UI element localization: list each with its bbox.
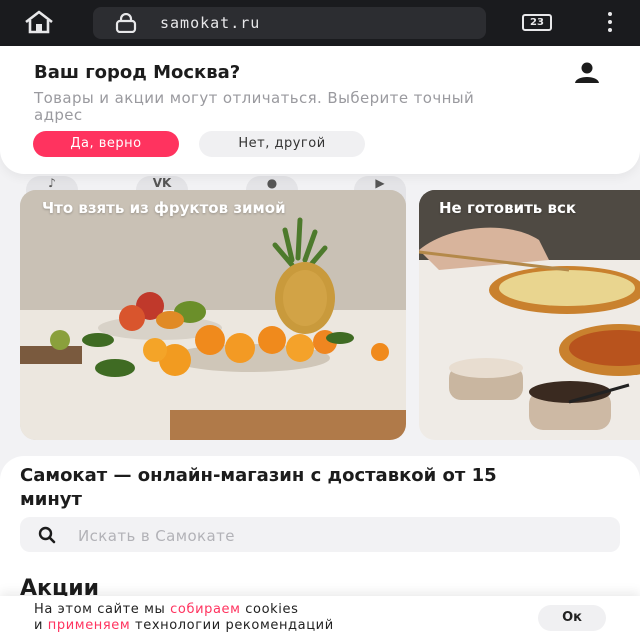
more-menu-icon[interactable] (603, 12, 617, 34)
story-card[interactable]: Не готовить вск (419, 190, 640, 440)
search-input[interactable] (76, 517, 600, 554)
change-city-button[interactable]: Нет, другой (199, 131, 365, 157)
browser-toolbar: samokat.ru 23 (0, 0, 640, 46)
cookie-text-part: и (34, 618, 48, 633)
cookie-text: На этом сайте мы собираем cookies и прим… (34, 602, 514, 634)
page-headline: Самокат — онлайн-магазин с доставкой от … (20, 465, 497, 510)
lock-icon (113, 12, 139, 37)
search-icon (38, 526, 56, 548)
home-icon[interactable] (22, 10, 58, 36)
cookie-text-part: На этом сайте мы (34, 602, 171, 617)
cookie-text-part: технологии рекомендаций (130, 618, 334, 633)
cookie-text-part: cookies (240, 602, 299, 617)
confirm-city-button[interactable]: Да, верно (33, 131, 179, 157)
food-illustration (419, 190, 640, 440)
fruit-illustration (20, 190, 406, 440)
cookie-banner: На этом сайте мы собираем cookies и прим… (0, 596, 640, 640)
city-prompt: Ваш город Москва? Товары и акции могут о… (0, 46, 640, 174)
city-prompt-subtitle: Товары и акции могут отличаться. Выберит… (34, 89, 475, 124)
cookie-collect-link[interactable]: собираем (170, 602, 240, 617)
story-card[interactable]: Что взять из фруктов зимой (20, 190, 406, 440)
city-prompt-title: Ваш город Москва? (34, 62, 241, 83)
address-bar[interactable]: samokat.ru (93, 7, 486, 39)
profile-icon[interactable] (573, 62, 601, 84)
search-bar[interactable] (20, 517, 620, 554)
cookie-ok-button[interactable]: Ок (538, 605, 606, 631)
tab-switcher-button[interactable]: 23 (522, 14, 552, 31)
url-text: samokat.ru (160, 14, 261, 32)
stories-carousel: Что взять из фруктов зимой Не готовить в… (0, 190, 640, 440)
story-title: Что взять из фруктов зимой (42, 199, 286, 217)
cookie-apply-link[interactable]: применяем (48, 618, 131, 633)
story-title: Не готовить вск (439, 199, 577, 217)
